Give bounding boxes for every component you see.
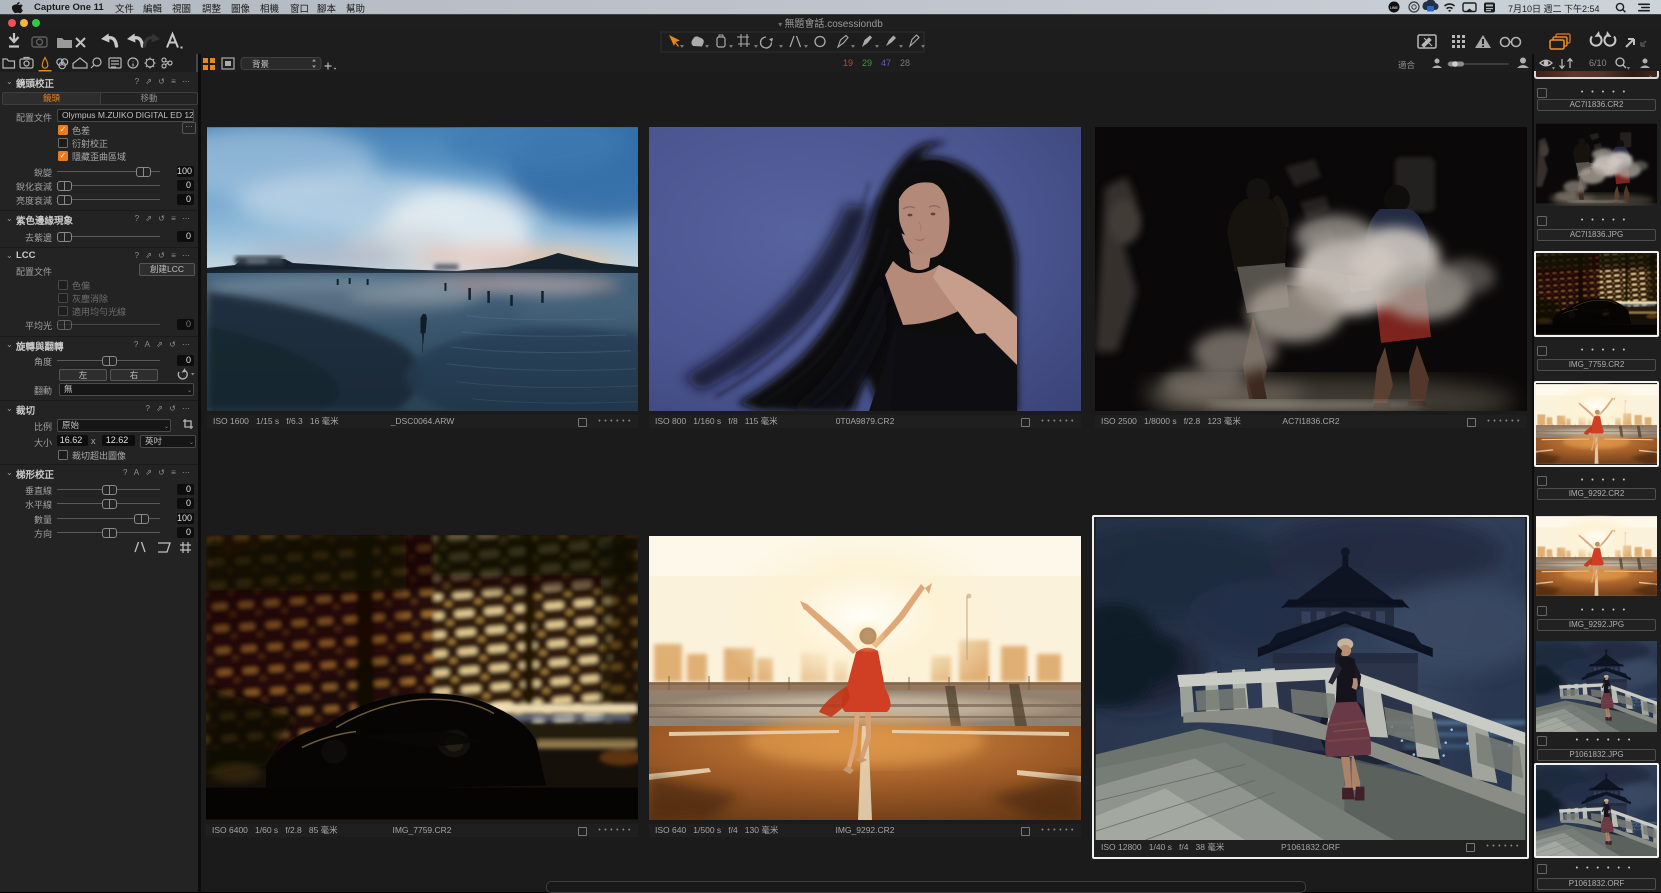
svg-text:LINE: LINE [1390, 6, 1398, 10]
svg-text:▾: ▾ [1627, 66, 1630, 72]
svg-text:▾: ▾ [1552, 66, 1555, 72]
